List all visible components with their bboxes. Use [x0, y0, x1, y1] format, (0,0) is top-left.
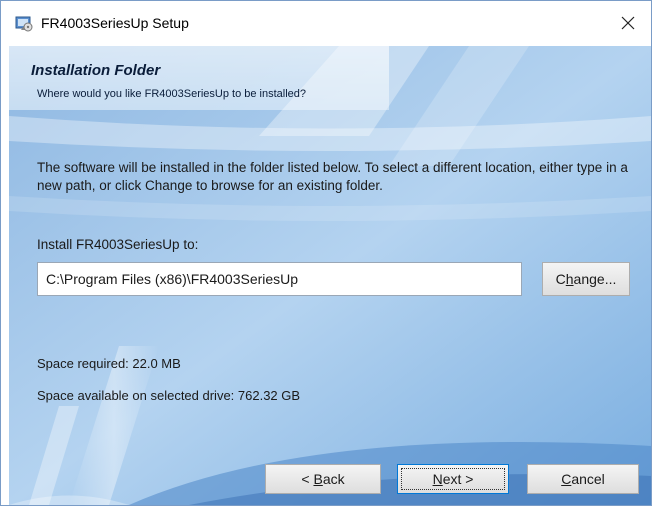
setup-window: FR4003SeriesUp Setup Installation Folder…	[0, 0, 652, 506]
change-button[interactable]: Change...	[542, 262, 630, 296]
window-title: FR4003SeriesUp Setup	[41, 15, 189, 31]
title-bar[interactable]: FR4003SeriesUp Setup	[1, 1, 651, 45]
installer-icon	[15, 14, 33, 32]
close-button[interactable]	[605, 1, 651, 45]
back-label-part: <	[301, 471, 314, 487]
cancel-label-part: ancel	[571, 471, 605, 487]
back-button[interactable]: < Back	[265, 464, 381, 494]
close-icon	[621, 16, 635, 30]
back-label-part: ack	[322, 471, 345, 487]
install-path-label: Install FR4003SeriesUp to:	[37, 237, 199, 252]
space-required-text: Space required: 22.0 MB	[37, 356, 181, 371]
page-title: Installation Folder	[31, 62, 161, 79]
focus-rectangle	[401, 468, 505, 490]
space-available-text: Space available on selected drive: 762.3…	[37, 388, 301, 403]
next-button[interactable]: Next >	[397, 464, 509, 494]
wizard-panel: Installation Folder Where would you like…	[9, 46, 651, 505]
change-label-part: ange...	[573, 271, 617, 287]
page-subtitle: Where would you like FR4003SeriesUp to b…	[37, 88, 307, 100]
cancel-mnemonic: C	[561, 471, 572, 487]
cancel-button[interactable]: Cancel	[527, 464, 639, 494]
change-label-part: C	[555, 271, 566, 287]
install-path-input[interactable]	[37, 262, 522, 296]
back-mnemonic: B	[313, 471, 323, 487]
description-text: The software will be installed in the fo…	[37, 160, 628, 193]
change-mnemonic: h	[565, 271, 574, 287]
